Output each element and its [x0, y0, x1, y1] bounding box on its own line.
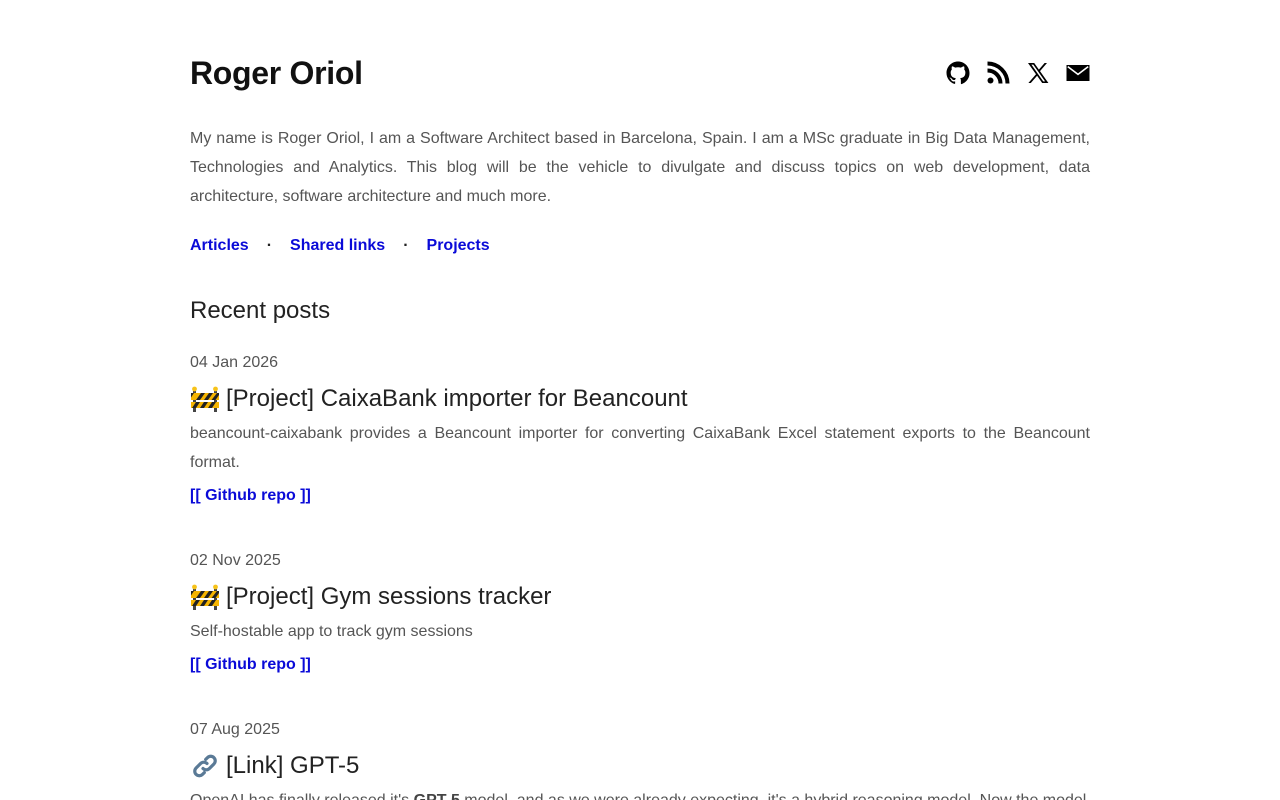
- post-title[interactable]: [Link] GPT-5: [190, 750, 1090, 782]
- post-date: 04 Jan 2026: [190, 354, 279, 371]
- post-description-end: model, and as we were already expecting,…: [460, 792, 1086, 800]
- nav-shared-links[interactable]: Shared links: [290, 237, 385, 255]
- site-header: Roger Oriol: [190, 0, 1090, 124]
- github-icon: [946, 61, 970, 85]
- nav-separator: ·: [403, 237, 409, 254]
- nav-separator: ·: [266, 237, 273, 254]
- social-links: [946, 60, 1090, 86]
- post-date: 07 Aug 2025: [190, 721, 280, 738]
- post-description: beancount-caixabank provides a Beancount…: [190, 425, 1090, 471]
- construction-barrier-icon: [190, 386, 220, 412]
- site-title[interactable]: Roger Oriol: [190, 53, 363, 93]
- nav-projects[interactable]: Projects: [427, 237, 490, 255]
- post-description-start: OpenAI has finally released it's: [190, 792, 414, 800]
- post-description: OpenAI has finally released it's GPT-5 m…: [190, 786, 1090, 800]
- link-icon: [190, 753, 220, 779]
- x-link[interactable]: [1026, 60, 1050, 86]
- post-title[interactable]: [Project] Gym sessions tracker: [190, 581, 1090, 613]
- intro-text: My name is Roger Oriol, I am a Software …: [190, 130, 1090, 205]
- post-description: Self-hostable app to track gym sessions: [190, 623, 473, 640]
- github-link[interactable]: [946, 60, 970, 86]
- recent-posts-heading: Recent posts: [190, 297, 331, 324]
- post-title[interactable]: [Project] CaixaBank importer for Beancou…: [190, 383, 1090, 415]
- rss-link[interactable]: [986, 60, 1010, 86]
- page-container: Roger Oriol My name is Roger Oriol, I am…: [190, 0, 1090, 800]
- post-item: 04 Jan 2026 [Project] CaixaBank importer…: [190, 351, 1090, 509]
- github-repo-link[interactable]: [[ Github repo ]]: [190, 483, 311, 509]
- post-title-text: [Project] Gym sessions tracker: [226, 583, 552, 610]
- construction-barrier-icon: [190, 584, 220, 610]
- mail-icon: [1066, 65, 1090, 81]
- github-repo-link[interactable]: [[ Github repo ]]: [190, 652, 311, 678]
- nav-articles[interactable]: Articles: [190, 237, 249, 255]
- email-link[interactable]: [1066, 60, 1090, 86]
- post-item: 02 Nov 2025 [Project] Gym sessions track…: [190, 549, 1090, 678]
- post-title-text: [Link] GPT-5: [226, 752, 360, 779]
- x-icon: [1028, 63, 1049, 83]
- post-description-bold: GPT-5: [414, 792, 460, 800]
- post-title-text: [Project] CaixaBank importer for Beancou…: [226, 385, 688, 412]
- post-date: 02 Nov 2025: [190, 552, 281, 569]
- rss-icon: [987, 61, 1010, 84]
- post-item: 07 Aug 2025 [Link] GPT-5 OpenAI has fina…: [190, 718, 1090, 800]
- main-nav: Articles · Shared links · Projects: [190, 231, 1090, 261]
